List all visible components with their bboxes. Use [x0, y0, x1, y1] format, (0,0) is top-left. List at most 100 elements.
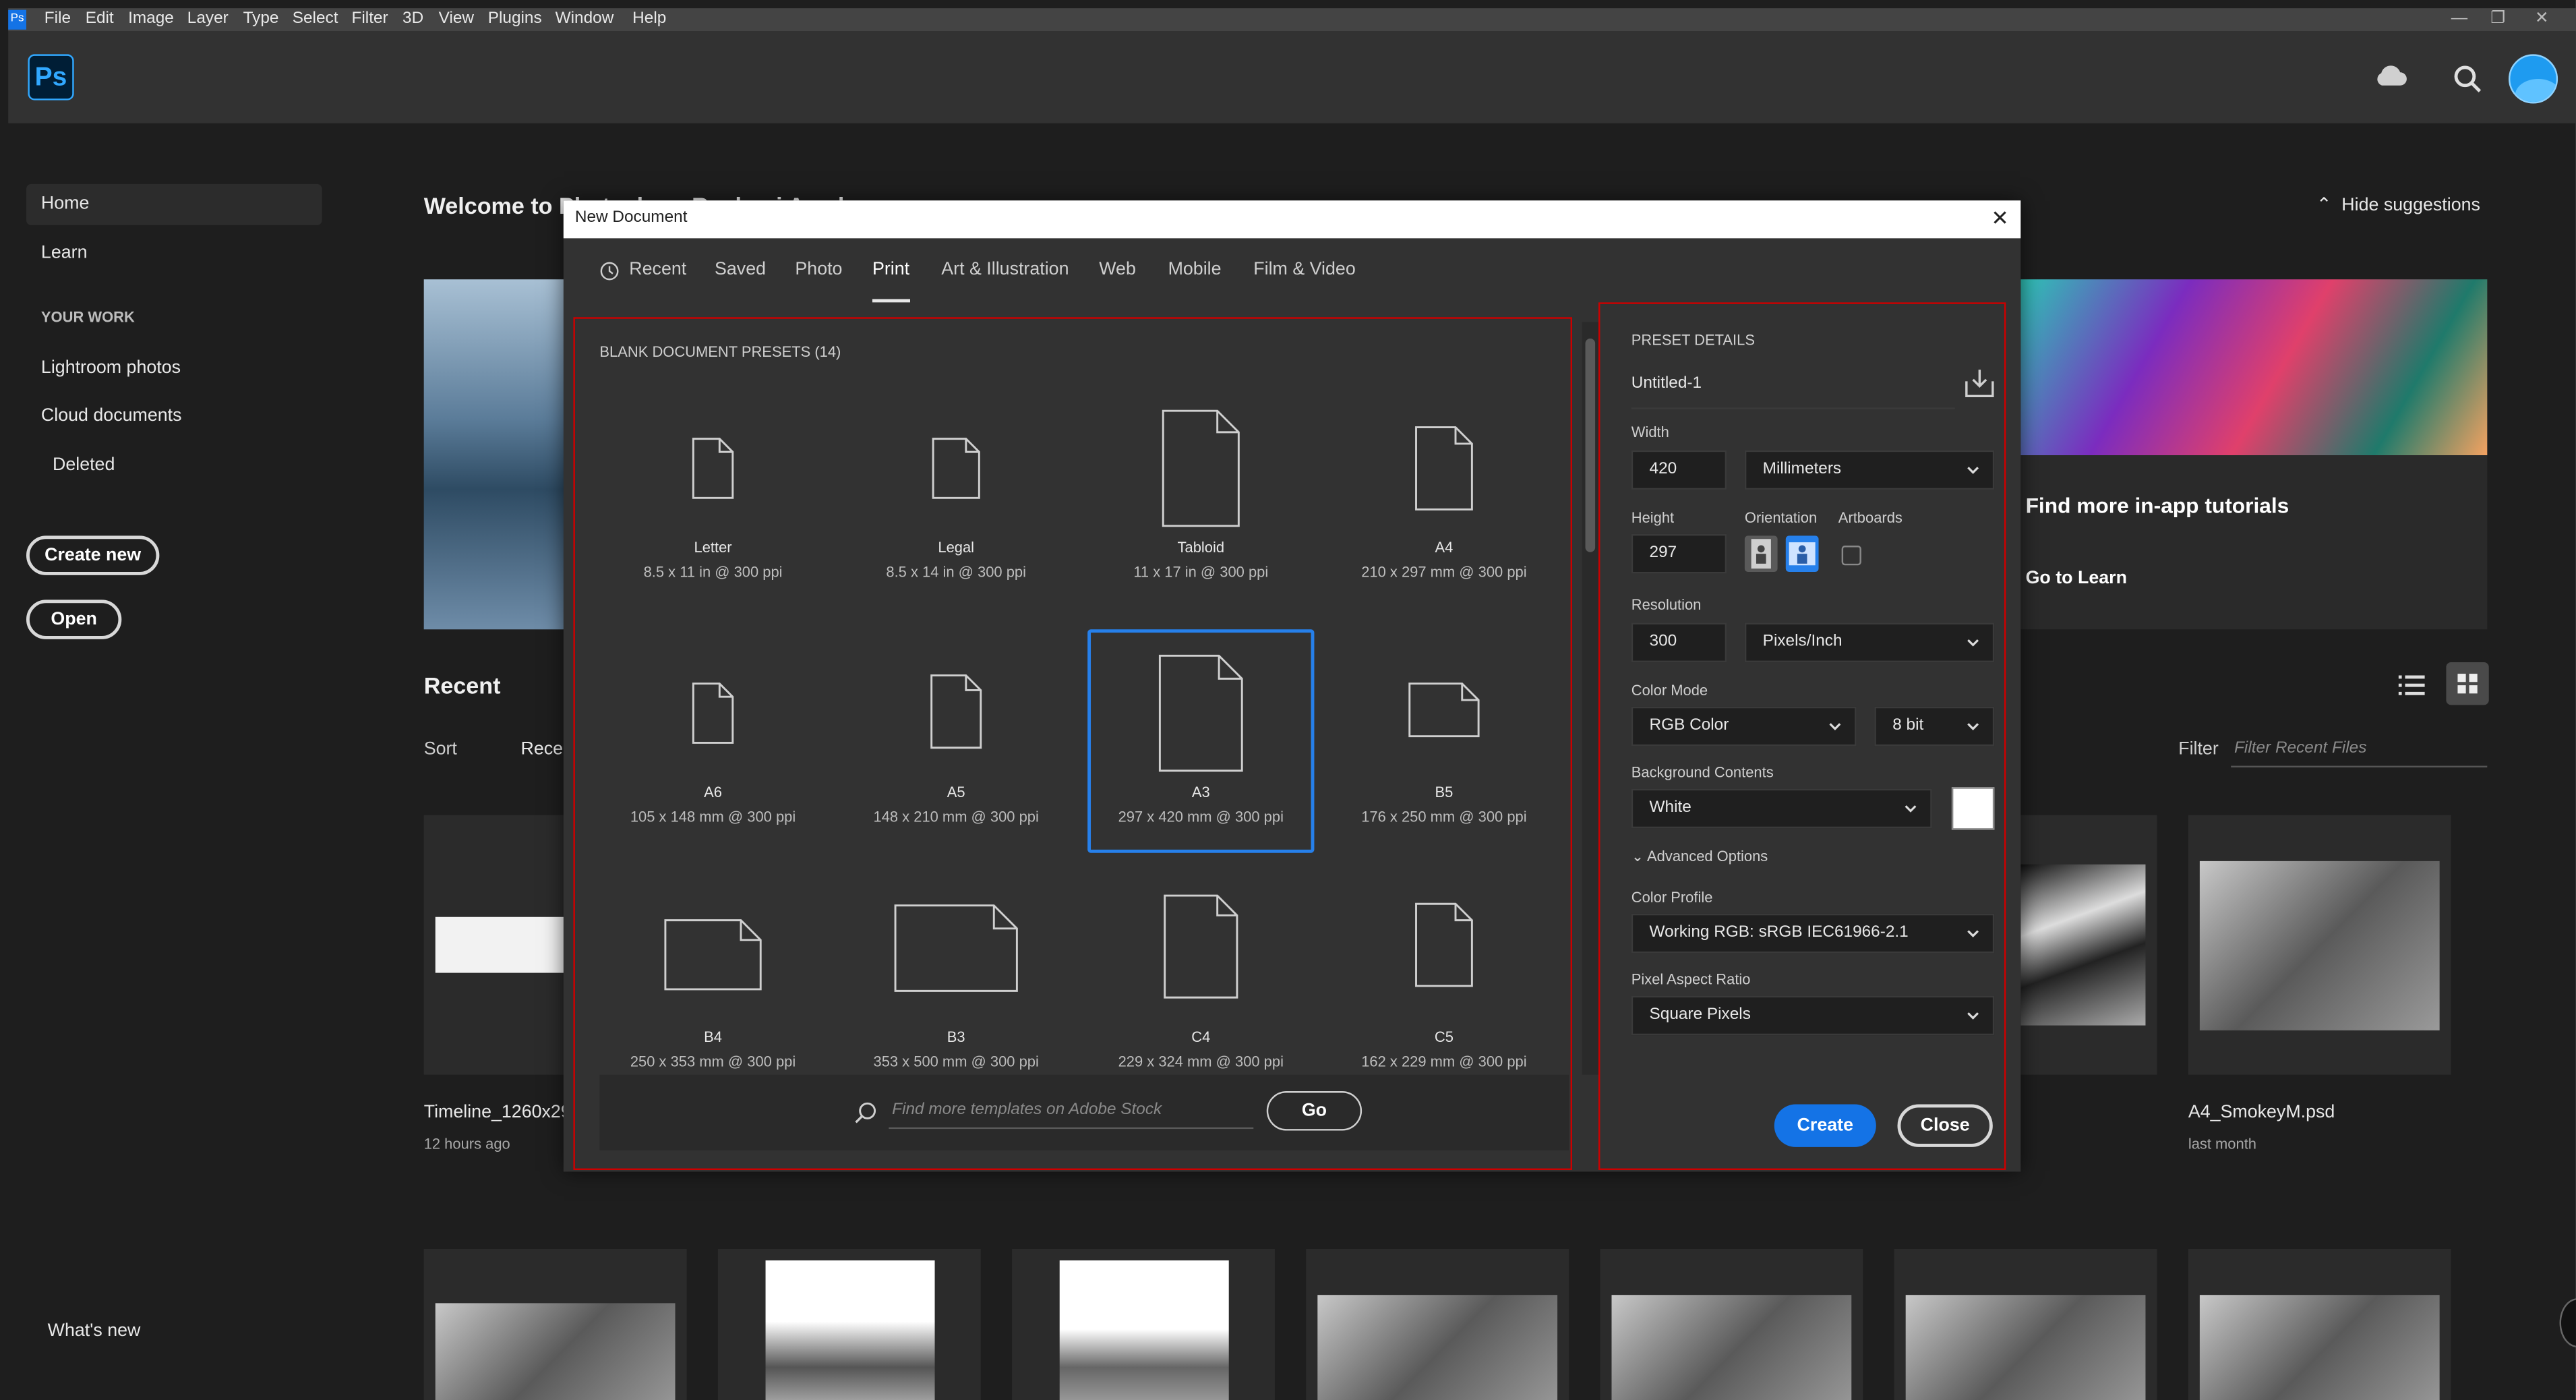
menu-plugins[interactable]: Plugins — [488, 8, 542, 31]
color-mode-select[interactable]: RGB Color — [1631, 706, 1857, 747]
tab-saved[interactable]: Saved — [715, 260, 766, 279]
menu-image[interactable]: Image — [128, 8, 174, 31]
resolution-input[interactable]: 300 — [1631, 622, 1727, 663]
preset-name: B4 — [704, 1028, 722, 1045]
preset-size: 162 x 229 mm @ 300 ppi — [1361, 1053, 1527, 1070]
grid-view-icon[interactable] — [2446, 662, 2489, 705]
whats-new-link[interactable]: What's new — [48, 1321, 141, 1341]
minimize-icon[interactable]: — — [2451, 8, 2467, 31]
chevron-down-icon — [1967, 930, 1979, 937]
create-button[interactable]: Create — [1774, 1104, 1876, 1147]
menu-help[interactable]: Help — [632, 8, 666, 31]
pixel-aspect-ratio-select[interactable]: Square Pixels — [1631, 995, 1995, 1036]
go-button[interactable]: Go — [1266, 1091, 1362, 1131]
recent-file-card[interactable] — [2020, 815, 2157, 1075]
artboards-checkbox[interactable] — [1841, 546, 1861, 566]
cloud-icon[interactable] — [2372, 63, 2409, 89]
preset-a4[interactable]: A4 210 x 297 mm @ 300 ppi — [1331, 401, 1557, 624]
sidebar-section-your-work: YOUR WORK — [40, 309, 135, 326]
recent-file-card[interactable] — [2188, 1248, 2451, 1400]
preset-b4[interactable]: B4 250 x 353 mm @ 300 ppi — [599, 874, 826, 1097]
app-header: Ps — [8, 31, 2576, 123]
tab-print[interactable]: Print — [872, 260, 909, 279]
document-icon — [1162, 409, 1240, 527]
background-color-swatch[interactable] — [1951, 787, 1995, 830]
filter-recent-input[interactable]: Filter Recent Files — [2231, 733, 2488, 767]
scroll-thumb[interactable] — [1585, 338, 1596, 552]
file-name[interactable]: A4_SmokeyM.psd — [2188, 1103, 2335, 1122]
recent-file-card[interactable] — [423, 1248, 687, 1400]
menu-filter[interactable]: Filter — [351, 8, 388, 31]
window-close-icon[interactable]: ✕ — [2535, 8, 2548, 31]
save-preset-icon[interactable] — [1963, 366, 1996, 399]
tab-web[interactable]: Web — [1099, 260, 1136, 279]
height-input[interactable]: 297 — [1631, 533, 1727, 574]
advanced-options-toggle[interactable]: ⌄ Advanced Options — [1631, 848, 1768, 866]
color-profile-select[interactable]: Working RGB: sRGB IEC61966-2.1 — [1631, 913, 1995, 954]
menu-type[interactable]: Type — [243, 8, 279, 31]
preset-legal[interactable]: Legal 8.5 x 14 in @ 300 ppi — [843, 401, 1069, 624]
sidebar-item-deleted[interactable]: Deleted — [53, 455, 115, 475]
menu-3d[interactable]: 3D — [402, 8, 423, 31]
open-button[interactable]: Open — [26, 600, 122, 639]
preset-tabloid[interactable]: Tabloid 11 x 17 in @ 300 ppi — [1087, 401, 1314, 624]
preset-b5[interactable]: B5 176 x 250 mm @ 300 ppi — [1331, 629, 1557, 852]
menu-file[interactable]: File — [44, 8, 71, 31]
preset-a3[interactable]: A3 297 x 420 mm @ 300 ppi — [1087, 629, 1315, 853]
preset-size: 11 x 17 in @ 300 ppi — [1133, 563, 1269, 581]
avatar[interactable] — [2508, 54, 2558, 104]
restore-icon[interactable]: ❐ — [2490, 8, 2505, 31]
sidebar-item-lightroom[interactable]: Lightroom photos — [41, 358, 181, 378]
preset-a6[interactable]: A6 105 x 148 mm @ 300 ppi — [599, 629, 826, 852]
tab-recent[interactable]: Recent — [629, 260, 686, 279]
preset-c5[interactable]: C5 162 x 229 mm @ 300 ppi — [1331, 874, 1557, 1097]
tab-photo[interactable]: Photo — [795, 260, 842, 279]
menu-window[interactable]: Window — [556, 8, 614, 31]
presets-scrollbar[interactable] — [1582, 322, 1599, 1075]
ps-app-icon: Ps — [8, 9, 26, 30]
sidebar-item-cloud-documents[interactable]: Cloud documents — [41, 406, 182, 426]
landscape-orientation-button[interactable] — [1785, 535, 1819, 573]
recent-file-card[interactable] — [1600, 1248, 1863, 1400]
portrait-orientation-button[interactable] — [1744, 535, 1778, 573]
preset-a5[interactable]: A5 148 x 210 mm @ 300 ppi — [843, 629, 1069, 852]
sidebar-item-learn[interactable]: Learn — [41, 243, 88, 263]
preset-letter[interactable]: Letter 8.5 x 11 in @ 300 ppi — [599, 401, 826, 624]
create-new-button[interactable]: Create new — [26, 535, 160, 575]
recent-file-card[interactable] — [1306, 1248, 1569, 1400]
background-contents-select[interactable]: White — [1631, 788, 1932, 829]
preset-size: 250 x 353 mm @ 300 ppi — [630, 1053, 796, 1070]
suggestion-hero-image[interactable] — [423, 279, 572, 630]
recent-file-card[interactable] — [1894, 1248, 2157, 1400]
stock-search-input[interactable]: Find more templates on Adobe Stock — [889, 1096, 1254, 1130]
tab-mobile[interactable]: Mobile — [1168, 260, 1222, 279]
bit-depth-select[interactable]: 8 bit — [1874, 706, 1995, 747]
menu-view[interactable]: View — [439, 8, 474, 31]
recent-file-card[interactable] — [1012, 1248, 1275, 1400]
go-to-learn-link[interactable]: Go to Learn — [2026, 568, 2127, 588]
list-view-icon[interactable] — [2398, 672, 2425, 699]
orientation-label: Orientation — [1744, 509, 1818, 526]
preset-b3[interactable]: B3 353 x 500 mm @ 300 ppi — [843, 874, 1069, 1097]
hide-suggestions-button[interactable]: ⌃ Hide suggestions — [2316, 194, 2480, 215]
width-input[interactable]: 420 — [1631, 450, 1727, 490]
preset-c4[interactable]: C4 229 x 324 mm @ 300 ppi — [1087, 874, 1314, 1097]
tab-film-video[interactable]: Film & Video — [1253, 260, 1355, 279]
recent-file-card[interactable] — [2188, 815, 2451, 1075]
width-unit-select[interactable]: Millimeters — [1744, 450, 1995, 490]
edge-circle-button[interactable] — [2559, 1298, 2576, 1348]
document-name-field[interactable]: Untitled-1 — [1631, 375, 1955, 409]
menu-edit[interactable]: Edit — [86, 8, 114, 31]
tutorial-card[interactable]: Find more in-app tutorials Go to Learn — [2020, 279, 2488, 630]
dialog-close-icon[interactable]: ✕ — [1991, 206, 2009, 232]
resolution-unit-select[interactable]: Pixels/Inch — [1744, 622, 1995, 663]
search-icon[interactable] — [2453, 64, 2482, 94]
tab-art-illustration[interactable]: Art & Illustration — [941, 260, 1069, 279]
file-name[interactable]: Timeline_1260x29 — [424, 1103, 571, 1122]
menu-layer[interactable]: Layer — [187, 8, 229, 31]
recent-file-card[interactable] — [717, 1248, 981, 1400]
menu-select[interactable]: Select — [293, 8, 338, 31]
close-button[interactable]: Close — [1897, 1104, 1993, 1147]
recent-file-card[interactable] — [423, 815, 572, 1075]
sidebar-item-home[interactable]: Home — [26, 183, 322, 225]
